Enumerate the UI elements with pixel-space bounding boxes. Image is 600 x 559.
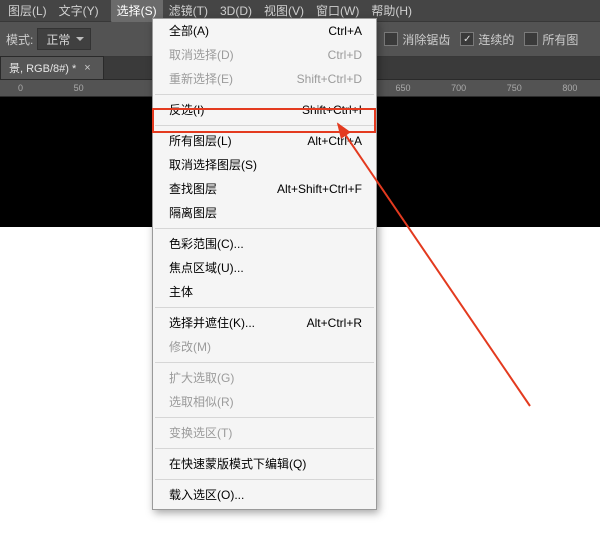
menu-item-label: 在快速蒙版模式下编辑(Q)	[169, 456, 306, 472]
mode-label: 模式:	[6, 31, 33, 48]
menu-item-label: 查找图层	[169, 181, 217, 197]
ruler-tick: 50	[74, 83, 112, 93]
menu-item-label: 取消选择图层(S)	[169, 157, 257, 173]
menu-item[interactable]: 隔离图层	[153, 201, 376, 225]
antialias-label: 消除锯齿	[402, 31, 450, 48]
all-layers-label: 所有图	[542, 31, 578, 48]
menu-item[interactable]: 主体	[153, 280, 376, 304]
menu-view[interactable]: 视图(V)	[264, 2, 304, 19]
ruler-tick: 0	[18, 83, 56, 93]
document-tab[interactable]: 景, RGB/8#) * ×	[0, 56, 104, 79]
menu-item-label: 全部(A)	[169, 23, 209, 39]
menu-window[interactable]: 窗口(W)	[316, 2, 359, 19]
menu-item-shortcut: Alt+Shift+Ctrl+F	[277, 181, 362, 197]
menu-item-shortcut: Alt+Ctrl+A	[307, 133, 362, 149]
menu-item-label: 所有图层(L)	[169, 133, 232, 149]
close-icon[interactable]: ×	[84, 62, 90, 74]
antialias-checkbox[interactable]: 消除锯齿	[384, 31, 450, 48]
menu-item[interactable]: 全部(A) Ctrl+A	[153, 19, 376, 43]
menu-item-label: 修改(M)	[169, 339, 211, 355]
menu-item[interactable]: 色彩范围(C)...	[153, 232, 376, 256]
menu-item[interactable]: 载入选区(O)...	[153, 483, 376, 507]
ruler-tick: 800	[562, 83, 600, 93]
menu-item-shortcut: Shift+Ctrl+D	[297, 71, 362, 87]
menu-item-label: 载入选区(O)...	[169, 487, 244, 503]
menu-separator	[155, 417, 374, 418]
menu-item: 扩大选取(G)	[153, 366, 376, 390]
menu-separator	[155, 448, 374, 449]
menu-item: 选取相似(R)	[153, 390, 376, 414]
mode-value: 正常	[46, 31, 70, 48]
select-menu-dropdown: 全部(A) Ctrl+A 取消选择(D) Ctrl+D 重新选择(E) Shift+Ctr…	[152, 18, 377, 510]
menu-item: 变换选区(T)	[153, 421, 376, 445]
checkbox-icon	[460, 32, 474, 46]
menu-text[interactable]: 文字(Y)	[59, 2, 99, 19]
menu-separator	[155, 362, 374, 363]
checkbox-icon	[384, 32, 398, 46]
contiguous-checkbox[interactable]: 连续的	[460, 31, 514, 48]
checkbox-icon	[524, 32, 538, 46]
menu-item-shortcut: Alt+Ctrl+R	[307, 315, 362, 331]
menu-item-shortcut: Ctrl+A	[328, 23, 362, 39]
menu-item-label: 选取相似(R)	[169, 394, 234, 410]
ruler-tick: 700	[451, 83, 489, 93]
menu-item-label: 隔离图层	[169, 205, 217, 221]
menu-item: 修改(M)	[153, 335, 376, 359]
menu-separator	[155, 94, 374, 95]
menu-item-label: 色彩范围(C)...	[169, 236, 244, 252]
menu-item-shortcut: Ctrl+D	[328, 47, 362, 63]
contiguous-label: 连续的	[478, 31, 514, 48]
menu-item-label: 变换选区(T)	[169, 425, 232, 441]
menu-item-label: 扩大选取(G)	[169, 370, 234, 386]
menu-item-label: 焦点区域(U)...	[169, 260, 244, 276]
menu-item-label: 重新选择(E)	[169, 71, 233, 87]
menu-item-label: 取消选择(D)	[169, 47, 234, 63]
ruler-tick: 650	[395, 83, 433, 93]
menu-separator	[155, 228, 374, 229]
mode-select[interactable]: 正常	[37, 28, 91, 50]
menu-help[interactable]: 帮助(H)	[371, 2, 412, 19]
menu-separator	[155, 479, 374, 480]
menu-item[interactable]: 焦点区域(U)...	[153, 256, 376, 280]
menu-item-label: 选择并遮住(K)...	[169, 315, 255, 331]
menu-3d[interactable]: 3D(D)	[220, 4, 252, 18]
menu-item: 取消选择(D) Ctrl+D	[153, 43, 376, 67]
menu-item[interactable]: 反选(I) Shift+Ctrl+I	[153, 98, 376, 122]
menu-item[interactable]: 所有图层(L) Alt+Ctrl+A	[153, 129, 376, 153]
menu-item: 重新选择(E) Shift+Ctrl+D	[153, 67, 376, 91]
ruler-tick: 750	[507, 83, 545, 93]
menu-item-label: 反选(I)	[169, 102, 204, 118]
menu-item[interactable]: 查找图层 Alt+Shift+Ctrl+F	[153, 177, 376, 201]
menu-item[interactable]: 选择并遮住(K)... Alt+Ctrl+R	[153, 311, 376, 335]
menu-separator	[155, 307, 374, 308]
menu-item[interactable]: 取消选择图层(S)	[153, 153, 376, 177]
menu-item-shortcut: Shift+Ctrl+I	[302, 102, 362, 118]
menu-filter[interactable]: 滤镜(T)	[169, 2, 208, 19]
menu-layer[interactable]: 图层(L)	[8, 2, 47, 19]
menu-item-label: 主体	[169, 284, 193, 300]
all-layers-checkbox[interactable]: 所有图	[524, 31, 578, 48]
document-tab-title: 景, RGB/8#) *	[9, 60, 76, 76]
menu-item[interactable]: 在快速蒙版模式下编辑(Q)	[153, 452, 376, 476]
menu-separator	[155, 125, 374, 126]
